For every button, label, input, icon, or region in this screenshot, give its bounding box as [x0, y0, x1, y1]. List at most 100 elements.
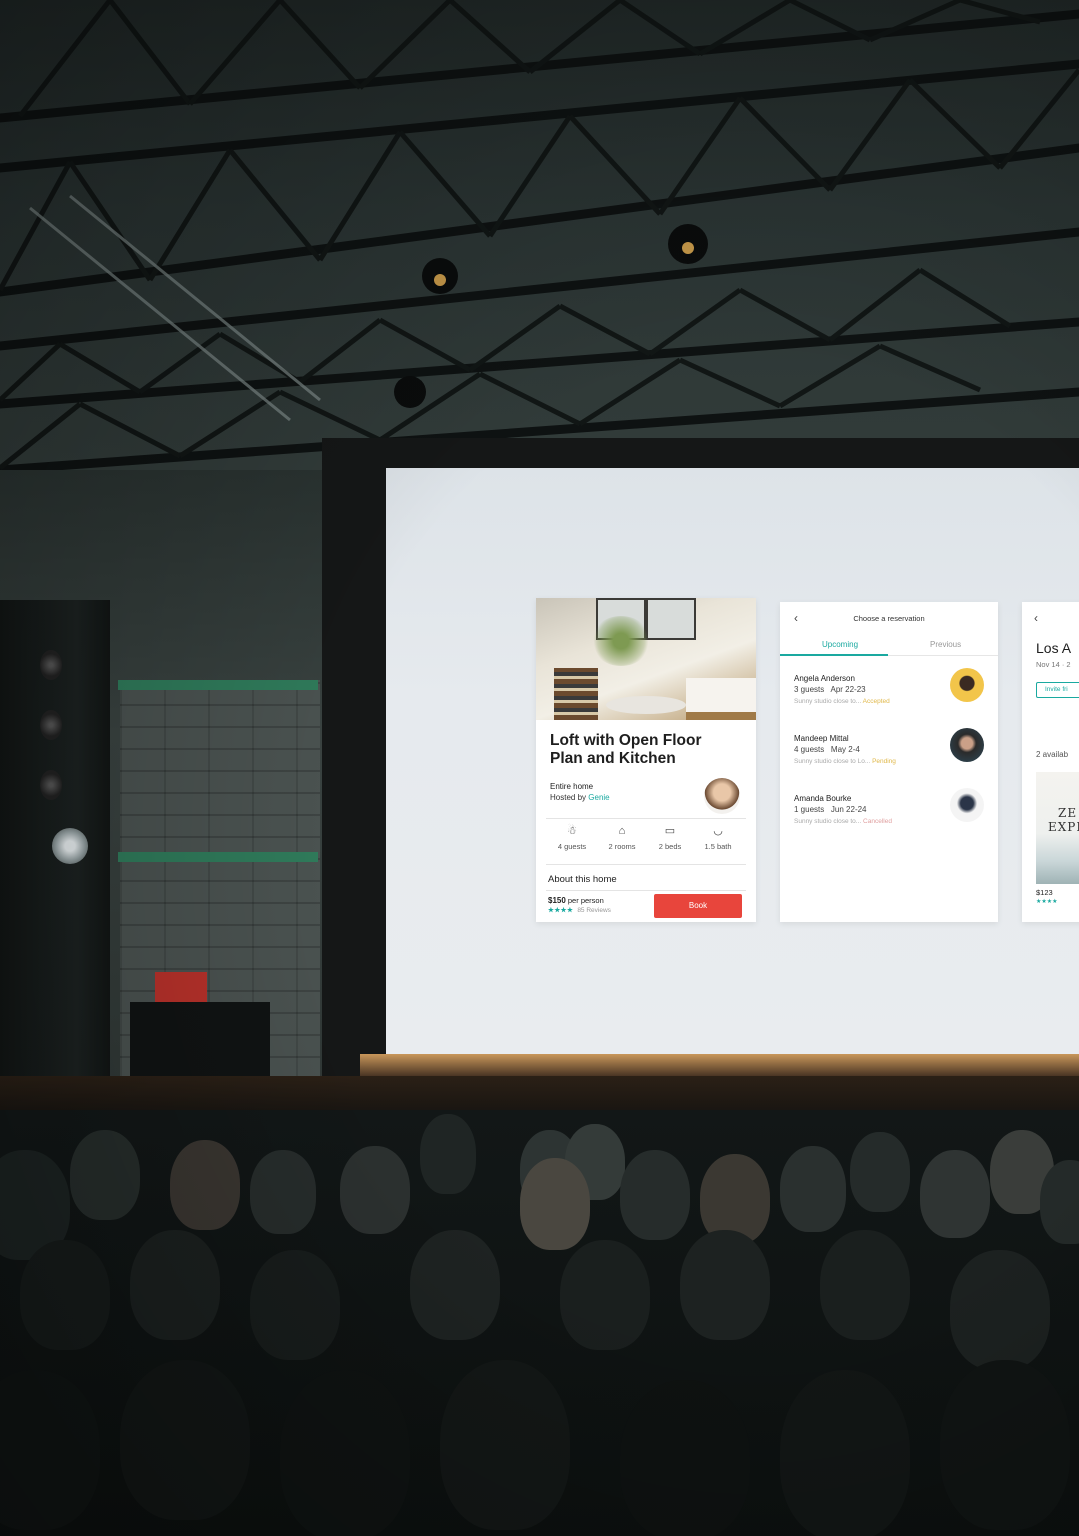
screen-bottom-glow: [360, 1054, 1079, 1076]
rating-stars: ★★★★: [548, 907, 574, 914]
guest-count: 1 guests: [794, 805, 825, 814]
amenity-bath: ◡ 1.5 bath: [694, 824, 742, 851]
reservation-status: Accepted: [862, 698, 890, 705]
audience-head: [560, 1240, 650, 1350]
active-tab-indicator: [780, 654, 888, 656]
avatar[interactable]: [950, 668, 984, 702]
audience-head: [130, 1230, 220, 1340]
listing-photo: [536, 598, 756, 720]
experience-rating-stars: ★★★★: [1036, 899, 1058, 905]
audience-head: [850, 1132, 910, 1212]
amenity-label: 1.5 bath: [704, 842, 732, 851]
audience-head: [920, 1150, 990, 1238]
rooms-icon: ⌂: [618, 825, 626, 837]
audience: [0, 1110, 1079, 1536]
amenity-label: 4 guests: [557, 842, 587, 851]
bed: [686, 678, 756, 720]
amenity-rooms: ⌂ 2 rooms: [598, 824, 646, 851]
listing-snippet: Sunny studio close to...: [794, 818, 862, 825]
guest-count: 3 guests: [794, 685, 825, 694]
projection-screen: Loft with Open Floor Plan and Kitchen En…: [386, 468, 1079, 1054]
amenity-beds: ▭ 2 beds: [646, 824, 694, 851]
listing-card: Loft with Open Floor Plan and Kitchen En…: [536, 598, 756, 922]
poster-title: ZE EXPLO: [1048, 806, 1079, 834]
avatar[interactable]: [950, 788, 984, 822]
green-rail-top: [118, 680, 318, 690]
audience-head: [680, 1230, 770, 1340]
speaker-cone: [40, 710, 62, 740]
audience-head: [410, 1230, 500, 1340]
poster-title-line1: ZE: [1058, 806, 1078, 820]
price-unit: per person: [567, 896, 604, 905]
rug: [606, 696, 686, 714]
audience-head: [70, 1130, 140, 1220]
audience-head: [940, 1360, 1070, 1530]
audience-head: [120, 1360, 250, 1520]
hosted-by: Hosted by Genie: [550, 793, 610, 802]
divider: [546, 818, 746, 819]
amenity-label: 2 beds: [658, 842, 682, 851]
listing-title-line2: Plan and Kitchen: [550, 750, 676, 767]
rating: ★★★★ 85 Reviews: [548, 906, 611, 914]
plant: [591, 616, 651, 666]
listing-title-line1: Loft with Open Floor: [550, 732, 702, 749]
beds-icon: ▭: [664, 825, 676, 837]
listing-snippet: Sunny studio close to...: [794, 698, 862, 705]
wall-light: [52, 828, 88, 864]
audience-head: [420, 1114, 476, 1194]
amenity-label: 2 rooms: [608, 842, 636, 851]
listing-type: Entire home: [550, 782, 594, 791]
book-button[interactable]: Book: [654, 894, 742, 918]
experience-price: $123: [1036, 888, 1053, 897]
audience-head: [780, 1370, 910, 1536]
review-count: 85 Reviews: [577, 907, 611, 914]
price-value: $150: [548, 896, 566, 905]
audience-head: [440, 1360, 570, 1530]
audience-head: [0, 1370, 100, 1530]
amenity-guests: ☃ 4 guests: [548, 824, 596, 851]
guests-icon: ☃: [567, 825, 577, 837]
audience-head: [820, 1230, 910, 1340]
host-avatar[interactable]: [704, 778, 740, 814]
about-heading: About this home: [548, 874, 617, 885]
experience-poster[interactable]: ZE EXPLO: [1036, 772, 1079, 884]
host-name-link[interactable]: Genie: [588, 793, 609, 802]
speaker-cone: [40, 650, 62, 680]
audience-head: [620, 1150, 690, 1240]
audience-head: [780, 1146, 846, 1232]
tab-divider: [888, 655, 998, 656]
theater-scene: Loft with Open Floor Plan and Kitchen En…: [0, 0, 1079, 1536]
price: $150 per person: [548, 896, 604, 905]
reservation-dates: Jun 22-24: [830, 805, 867, 814]
audience-head: [520, 1158, 590, 1250]
speaker-stack: [0, 600, 110, 1120]
audience-head: [950, 1250, 1050, 1370]
reservations-card: ‹ Choose a reservation Upcoming Previous…: [780, 602, 998, 922]
invite-friends-button[interactable]: Invite fri: [1036, 682, 1079, 698]
back-chevron-icon[interactable]: ‹: [1034, 611, 1038, 625]
audience-head: [250, 1150, 316, 1234]
reservation-dates: May 2-4: [830, 745, 860, 754]
reservation-status: Cancelled: [863, 818, 892, 825]
tab-previous[interactable]: Previous: [930, 640, 961, 649]
red-box: [155, 972, 207, 1002]
listing-snippet: Sunny studio close to Lo...: [794, 758, 871, 765]
audience-head: [170, 1140, 240, 1230]
guest-count: 4 guests: [794, 745, 825, 754]
tab-upcoming[interactable]: Upcoming: [822, 640, 858, 649]
bath-icon: ◡: [713, 825, 723, 837]
reservation-dates: Apr 22-23: [830, 685, 866, 694]
green-rail-bottom: [118, 852, 318, 862]
experience-card: ‹ Los A Nov 14 · 2 Invite fri 2 availab …: [1022, 602, 1079, 922]
poster-title-line2: EXPLO: [1048, 820, 1079, 834]
trip-date: Nov 14 · 2: [1036, 660, 1071, 669]
divider: [546, 864, 746, 865]
avatar[interactable]: [950, 728, 984, 762]
audience-head: [620, 1380, 750, 1536]
reservations-header: Choose a reservation: [853, 614, 925, 623]
audience-head: [20, 1240, 110, 1350]
divider: [546, 890, 746, 891]
hosted-by-label: Hosted by: [550, 793, 587, 802]
window-pane: [646, 598, 696, 640]
reservation-status: Pending: [872, 758, 896, 765]
